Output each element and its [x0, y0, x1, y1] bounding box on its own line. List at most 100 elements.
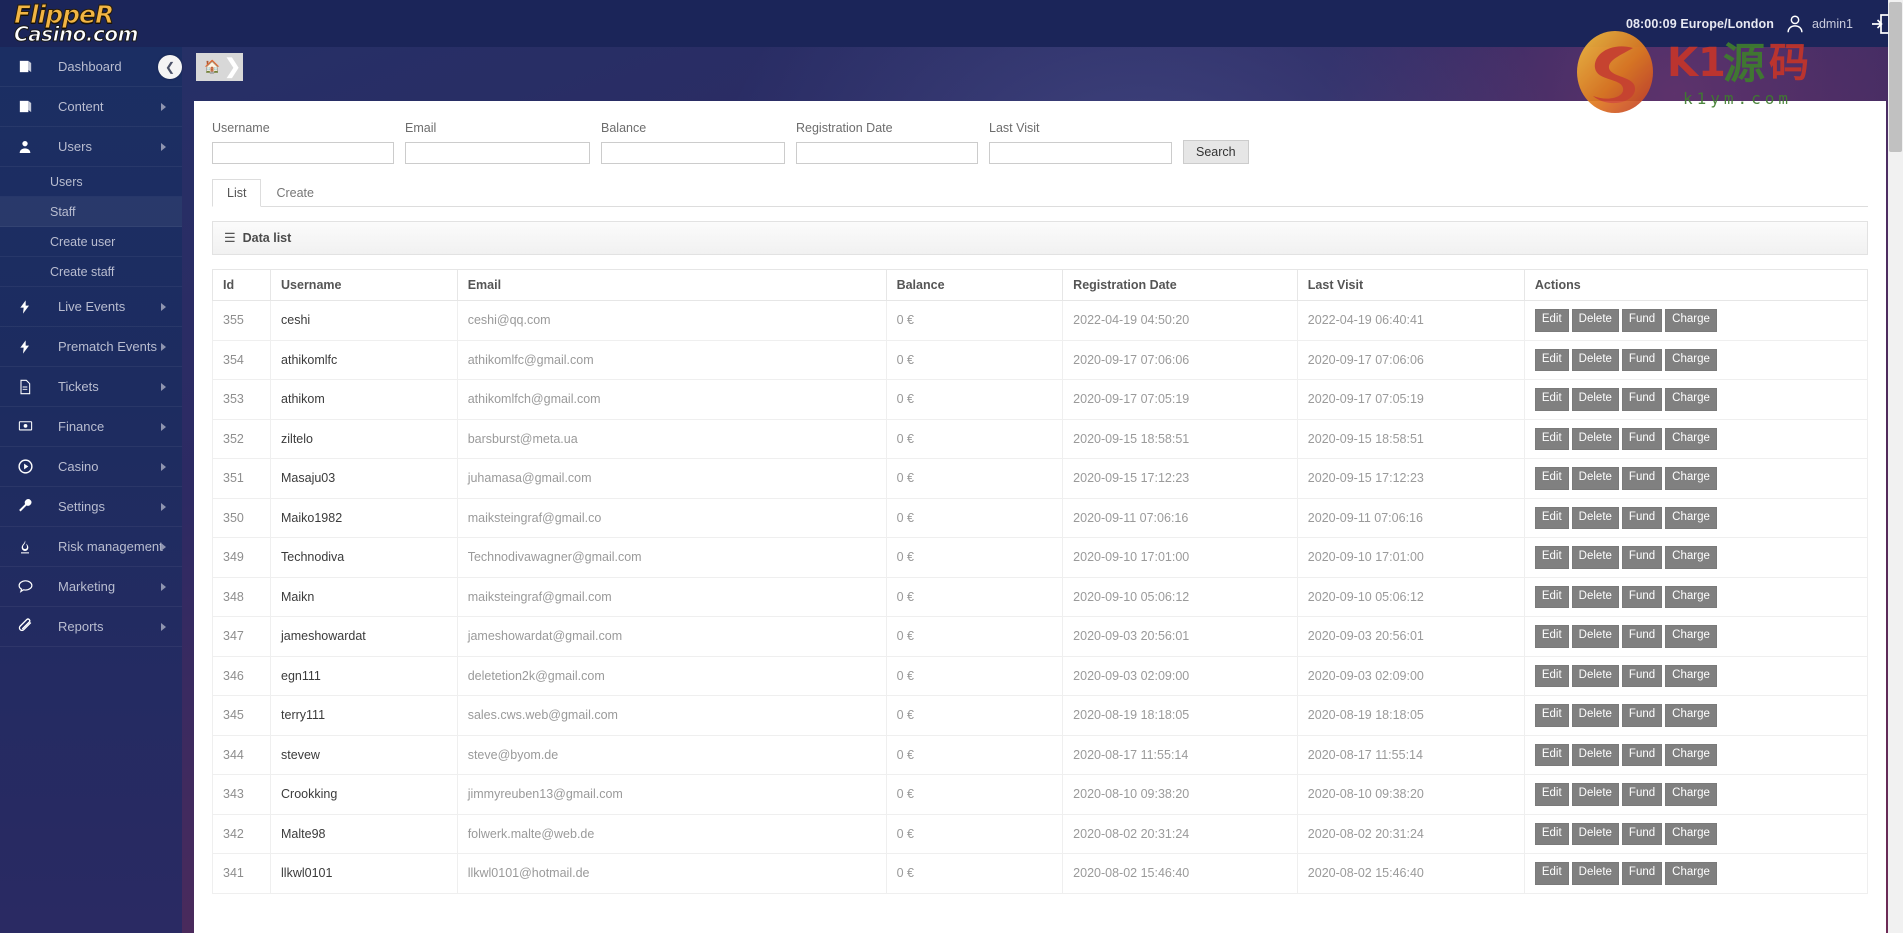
delete-button[interactable]: Delete	[1571, 862, 1619, 885]
edit-button[interactable]: Edit	[1534, 348, 1569, 371]
delete-button[interactable]: Delete	[1571, 506, 1619, 529]
tab-list[interactable]: List	[212, 179, 262, 207]
charge-button[interactable]: Charge	[1665, 704, 1717, 727]
edit-button[interactable]: Edit	[1534, 427, 1569, 450]
fund-button[interactable]: Fund	[1621, 506, 1663, 529]
cell-actions: Edit Delete Fund Charge	[1523, 339, 1869, 380]
charge-button[interactable]: Charge	[1665, 309, 1717, 332]
edit-button[interactable]: Edit	[1534, 783, 1569, 806]
tab-create[interactable]: Create	[261, 179, 329, 207]
sidebar-subitem-users[interactable]: Users	[0, 167, 182, 197]
sidebar-item-finance[interactable]: Finance	[0, 407, 182, 447]
sidebar-collapse-button[interactable]: ❮	[158, 55, 182, 79]
cell-username: Crookking	[270, 774, 458, 815]
breadcrumb[interactable]: 🏠 ❯	[196, 53, 243, 81]
page-scrollbar[interactable]	[1888, 0, 1903, 933]
delete-button[interactable]: Delete	[1571, 309, 1619, 332]
fund-button[interactable]: Fund	[1621, 427, 1663, 450]
sidebar-item-risk-management[interactable]: Risk management	[0, 527, 182, 567]
charge-button[interactable]: Charge	[1665, 467, 1717, 490]
search-button[interactable]: Search	[1183, 140, 1249, 164]
edit-button[interactable]: Edit	[1534, 822, 1569, 845]
sidebar-item-live-events[interactable]: Live Events	[0, 287, 182, 327]
delete-button[interactable]: Delete	[1571, 585, 1619, 608]
fund-button[interactable]: Fund	[1621, 546, 1663, 569]
sidebar-item-settings[interactable]: Settings	[0, 487, 182, 527]
sidebar-item-label: Risk management	[58, 539, 163, 554]
delete-button[interactable]: Delete	[1571, 743, 1619, 766]
sidebar-item-tickets[interactable]: Tickets	[0, 367, 182, 407]
sidebar-subitem-create-staff[interactable]: Create staff	[0, 257, 182, 287]
charge-button[interactable]: Charge	[1665, 506, 1717, 529]
sidebar-item-casino[interactable]: Casino	[0, 447, 182, 487]
delete-button[interactable]: Delete	[1571, 704, 1619, 727]
delete-button[interactable]: Delete	[1571, 783, 1619, 806]
charge-button[interactable]: Charge	[1665, 427, 1717, 450]
filter-input-email[interactable]	[405, 142, 590, 164]
sidebar-item-users[interactable]: Users	[0, 127, 182, 167]
sidebar-subitem-create-user[interactable]: Create user	[0, 227, 182, 257]
table-row: 344 stevew steve@byom.de 0 €2020-08-17 11:5…	[211, 734, 1869, 775]
sidebar-item-dashboard[interactable]: Dashboard	[0, 47, 182, 87]
fund-button[interactable]: Fund	[1621, 704, 1663, 727]
sidebar-subitem-staff[interactable]: Staff	[0, 197, 182, 227]
delete-button[interactable]: Delete	[1571, 348, 1619, 371]
scrollbar-thumb[interactable]	[1889, 2, 1902, 152]
fund-button[interactable]: Fund	[1621, 664, 1663, 687]
delete-button[interactable]: Delete	[1571, 822, 1619, 845]
delete-button[interactable]: Delete	[1571, 664, 1619, 687]
chevron-right-icon	[161, 102, 166, 111]
charge-button[interactable]: Charge	[1665, 625, 1717, 648]
home-icon[interactable]: 🏠	[204, 59, 220, 75]
fund-button[interactable]: Fund	[1621, 743, 1663, 766]
fund-button[interactable]: Fund	[1621, 309, 1663, 332]
fund-button[interactable]: Fund	[1621, 388, 1663, 411]
delete-button[interactable]: Delete	[1571, 546, 1619, 569]
fund-button[interactable]: Fund	[1621, 625, 1663, 648]
edit-button[interactable]: Edit	[1534, 704, 1569, 727]
edit-button[interactable]: Edit	[1534, 585, 1569, 608]
sidebar-item-content[interactable]: Content	[0, 87, 182, 127]
charge-button[interactable]: Charge	[1665, 546, 1717, 569]
charge-button[interactable]: Charge	[1665, 862, 1717, 885]
edit-button[interactable]: Edit	[1534, 664, 1569, 687]
edit-button[interactable]: Edit	[1534, 546, 1569, 569]
delete-button[interactable]: Delete	[1571, 625, 1619, 648]
filter-input-balance[interactable]	[601, 142, 785, 164]
brand-logo[interactable]: FlippeR Casino.com	[14, 2, 174, 46]
edit-button[interactable]: Edit	[1534, 467, 1569, 490]
edit-button[interactable]: Edit	[1534, 388, 1569, 411]
charge-button[interactable]: Charge	[1665, 348, 1717, 371]
cell-username: ceshi	[270, 300, 458, 341]
cell-actions: Edit Delete Fund Charge	[1523, 616, 1869, 657]
charge-button[interactable]: Charge	[1665, 743, 1717, 766]
edit-button[interactable]: Edit	[1534, 625, 1569, 648]
fund-button[interactable]: Fund	[1621, 348, 1663, 371]
edit-button[interactable]: Edit	[1534, 862, 1569, 885]
fund-button[interactable]: Fund	[1621, 783, 1663, 806]
filter-input-last-visit[interactable]	[989, 142, 1172, 164]
edit-button[interactable]: Edit	[1534, 309, 1569, 332]
cell-id: 346	[211, 655, 272, 696]
filter-input-username[interactable]	[212, 142, 394, 164]
cell-last-visit: 2020-08-17 11:55:14	[1296, 734, 1525, 775]
filter-input-registration-date[interactable]	[796, 142, 978, 164]
charge-button[interactable]: Charge	[1665, 388, 1717, 411]
fund-button[interactable]: Fund	[1621, 467, 1663, 490]
charge-button[interactable]: Charge	[1665, 664, 1717, 687]
fund-button[interactable]: Fund	[1621, 585, 1663, 608]
edit-button[interactable]: Edit	[1534, 506, 1569, 529]
fund-button[interactable]: Fund	[1621, 862, 1663, 885]
sidebar-item-prematch-events[interactable]: Prematch Events	[0, 327, 182, 367]
sidebar-item-reports[interactable]: Reports	[0, 607, 182, 647]
delete-button[interactable]: Delete	[1571, 427, 1619, 450]
charge-button[interactable]: Charge	[1665, 585, 1717, 608]
fund-button[interactable]: Fund	[1621, 822, 1663, 845]
delete-button[interactable]: Delete	[1571, 467, 1619, 490]
charge-button[interactable]: Charge	[1665, 822, 1717, 845]
user-menu[interactable]: admin1	[1784, 13, 1853, 35]
edit-button[interactable]: Edit	[1534, 743, 1569, 766]
charge-button[interactable]: Charge	[1665, 783, 1717, 806]
sidebar-item-marketing[interactable]: Marketing	[0, 567, 182, 607]
delete-button[interactable]: Delete	[1571, 388, 1619, 411]
